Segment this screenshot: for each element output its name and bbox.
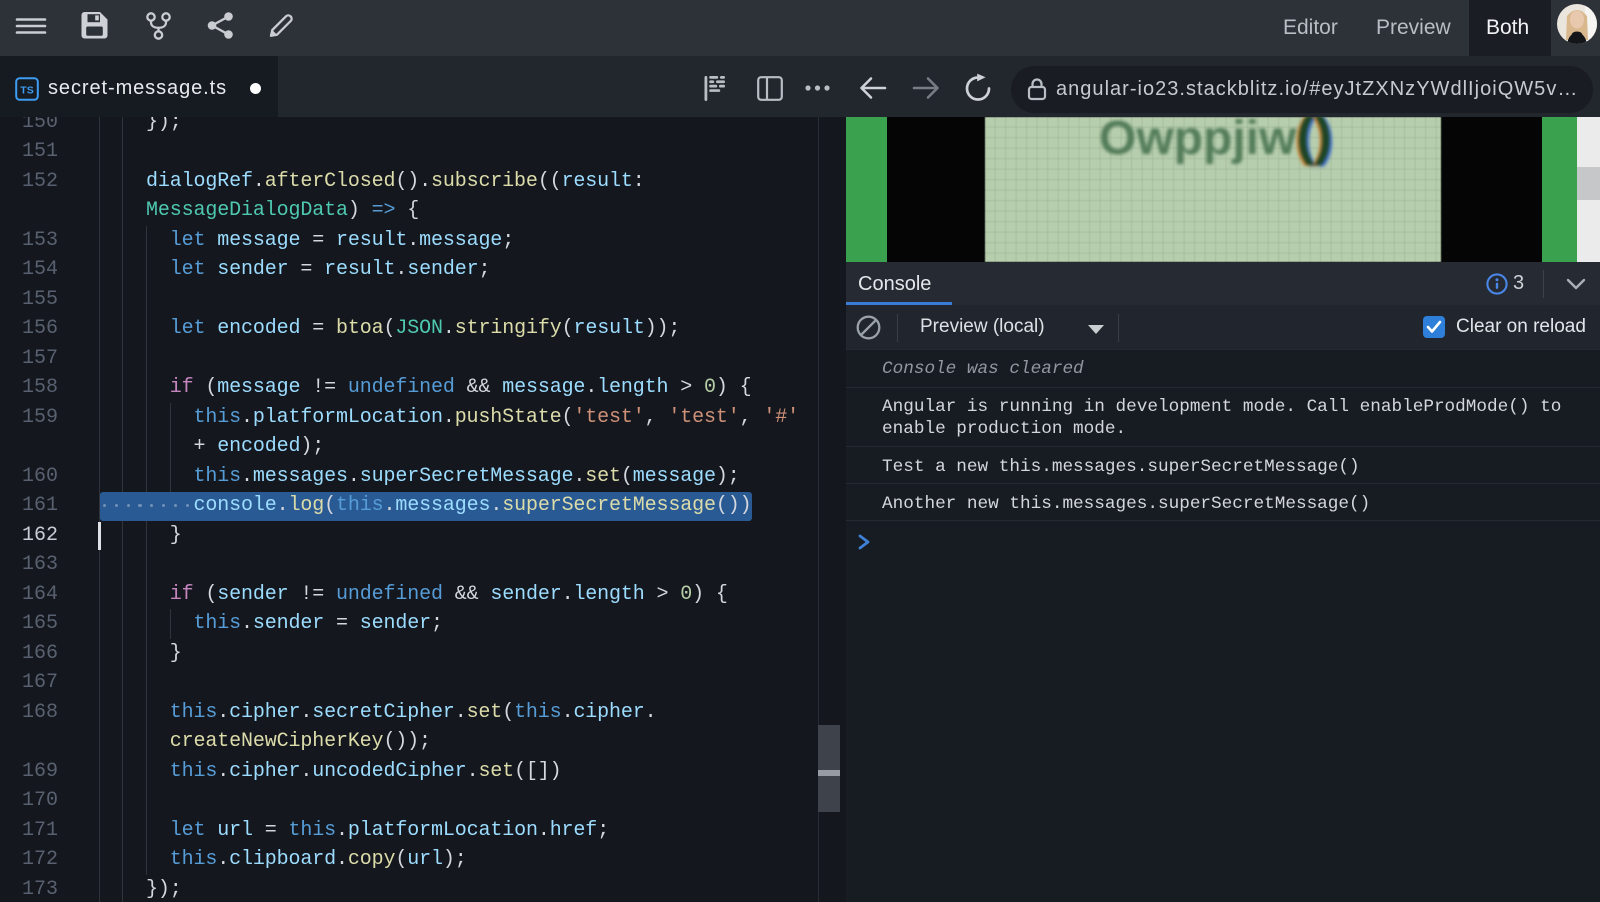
svg-text:TS: TS bbox=[20, 85, 33, 97]
